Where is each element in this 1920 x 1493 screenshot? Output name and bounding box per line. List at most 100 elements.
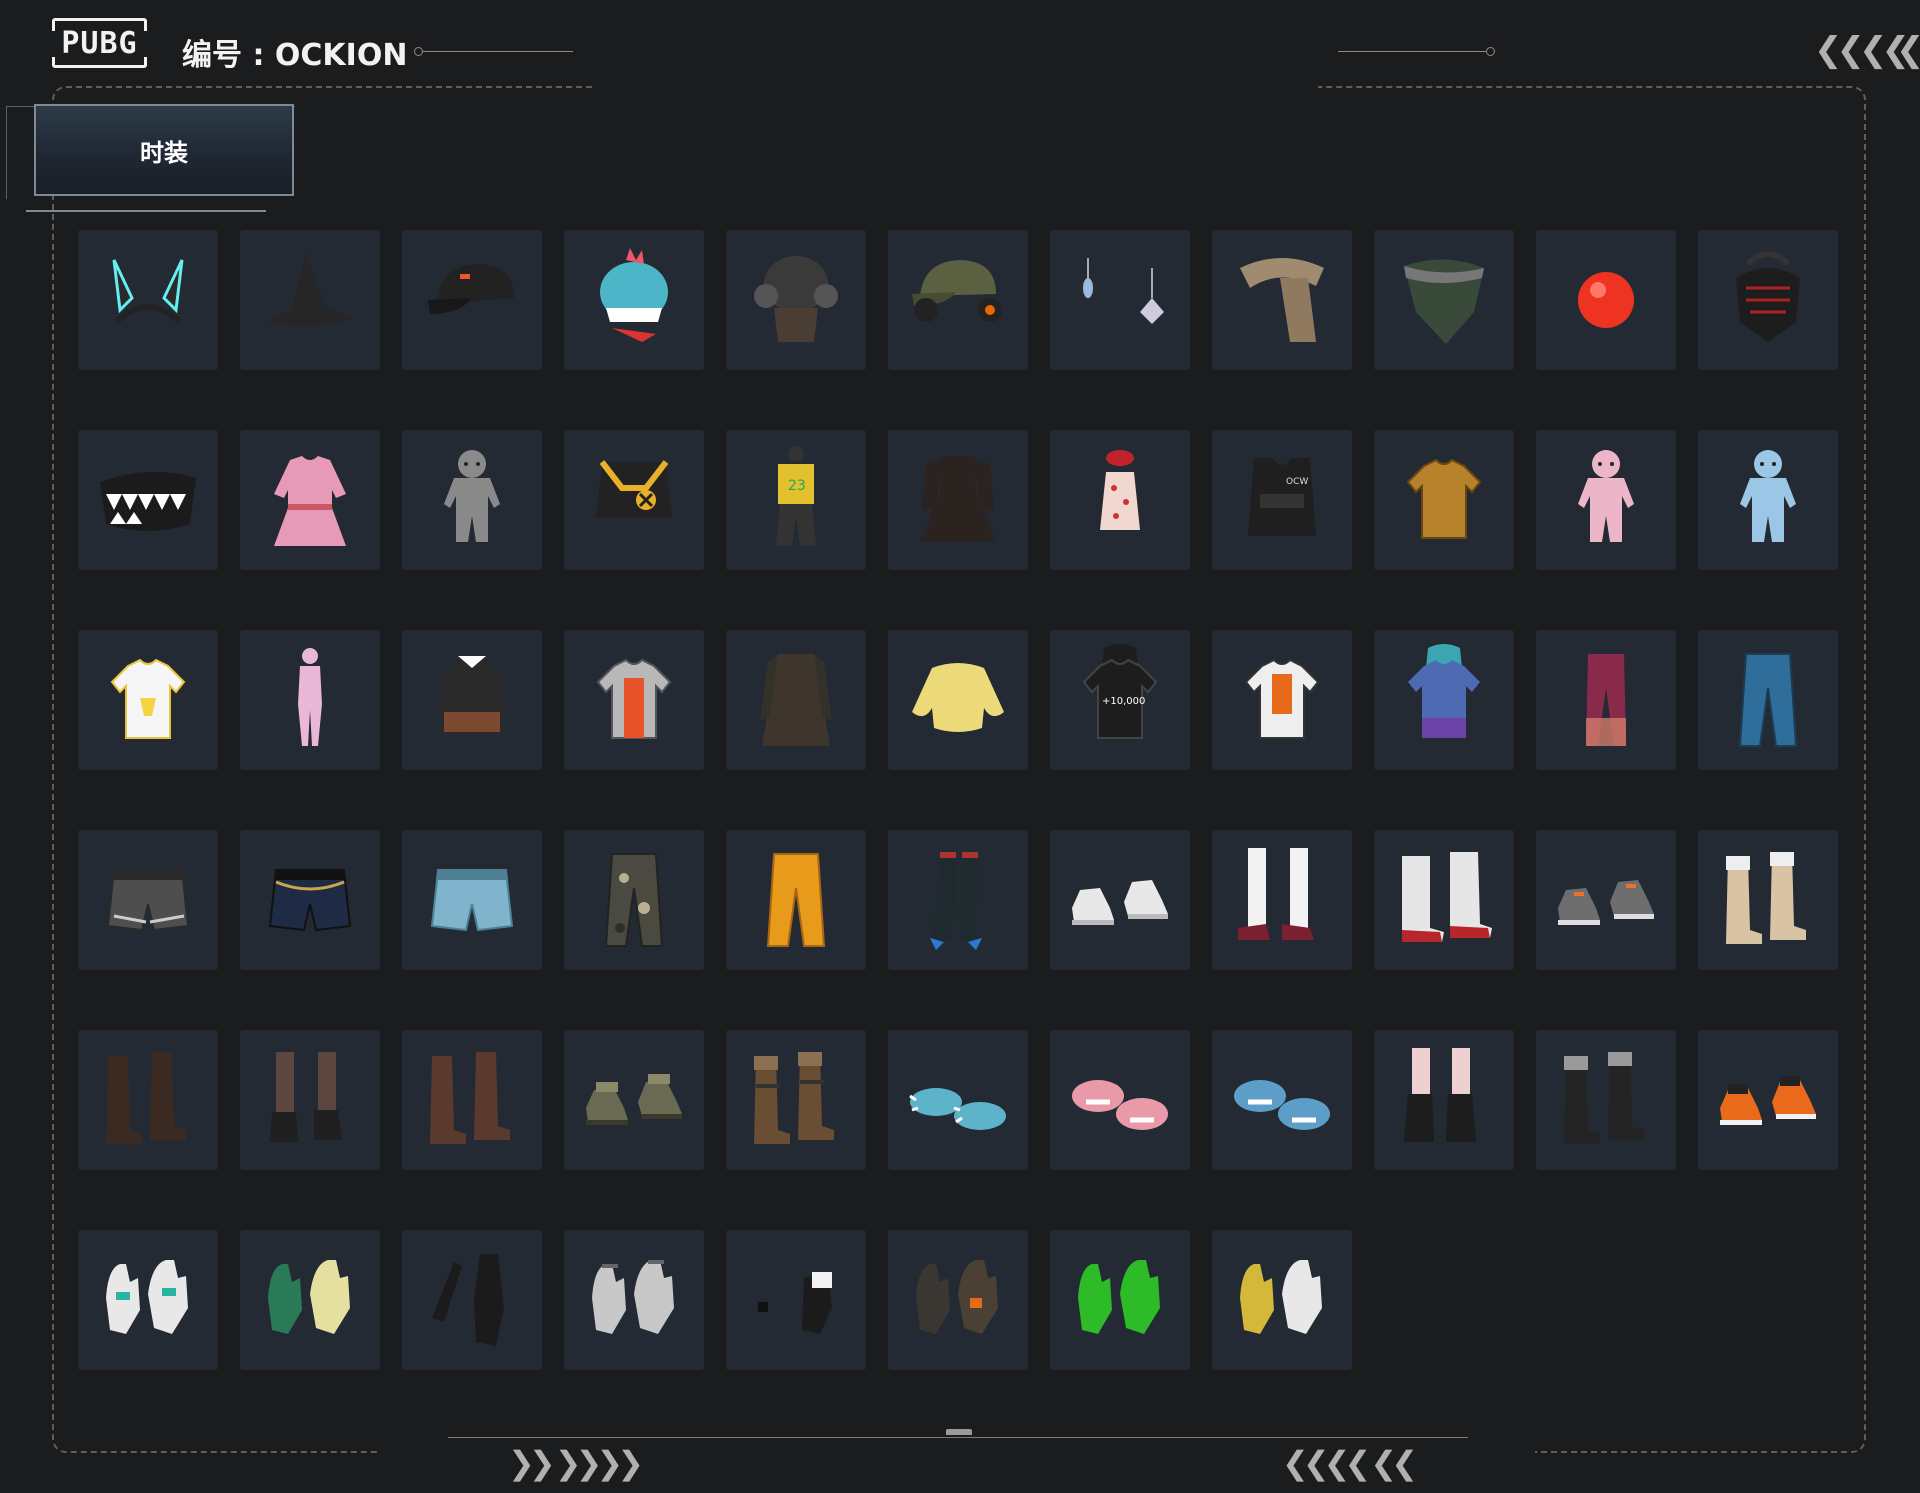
inventory-item[interactable] (1698, 830, 1838, 970)
inventory-item[interactable] (564, 1030, 704, 1170)
inventory-item[interactable] (1050, 1030, 1190, 1170)
inventory-item[interactable] (78, 230, 218, 370)
inventory-item[interactable] (1212, 830, 1352, 970)
inventory-item[interactable] (564, 230, 704, 370)
inventory-item[interactable] (240, 230, 380, 370)
inventory-item[interactable] (1536, 230, 1676, 370)
socks-black-boots-icon (1404, 1048, 1476, 1142)
inventory-item[interactable] (78, 1230, 218, 1370)
inventory-item[interactable] (726, 630, 866, 770)
grey-sneakers-orange-laces-icon (1558, 880, 1654, 925)
serial-number: 编号 : OCKION (182, 38, 408, 73)
pink-shark-slippers-icon (1072, 1080, 1168, 1130)
inventory-item[interactable] (1536, 430, 1676, 570)
inventory-item[interactable] (1050, 230, 1190, 370)
inventory-item[interactable] (1374, 630, 1514, 770)
tuxedo-cuff-icon (758, 1272, 832, 1334)
motocross-gloves-icon (106, 1260, 188, 1334)
scroll-indicator[interactable] (946, 1429, 972, 1435)
camo-scarf-icon (1240, 258, 1324, 342)
pink-shark-pajamas-icon (1578, 450, 1634, 542)
inventory-item[interactable] (1212, 1230, 1352, 1370)
striped-shorts-icon (106, 869, 190, 932)
inventory-item[interactable] (240, 430, 380, 570)
inventory-item[interactable] (78, 1030, 218, 1170)
blue-claw-slippers-icon (909, 1088, 1006, 1130)
inventory-item[interactable] (564, 630, 704, 770)
inventory-item[interactable] (1374, 830, 1514, 970)
ombre-leggings-icon (1586, 654, 1626, 746)
inventory-item[interactable] (888, 830, 1028, 970)
pubg-logo: PUBG (50, 18, 149, 68)
orange-high-tops-icon (1720, 1076, 1816, 1125)
inventory-item[interactable] (888, 1030, 1028, 1170)
inventory-item[interactable] (888, 430, 1028, 570)
x-crop-top-icon (596, 460, 672, 518)
inventory-item[interactable] (78, 630, 218, 770)
inventory-item[interactable] (402, 1030, 542, 1170)
black-halter-top-icon (440, 656, 504, 734)
bunny-ears-headband-icon (112, 259, 184, 325)
inventory-item[interactable] (78, 430, 218, 570)
inventory-item[interactable] (402, 630, 542, 770)
chevrons-bottom-left-icon: ❯❯ ❯❯❯❯ (508, 1444, 644, 1482)
inventory-item[interactable] (240, 1230, 380, 1370)
inventory-item[interactable]: OCW (1212, 430, 1352, 570)
tab-underline (26, 210, 266, 212)
inventory-item[interactable] (240, 1030, 380, 1170)
item-grid: 23 OCW +10,000 (78, 230, 1838, 1370)
camo-bandana-icon (1404, 259, 1484, 344)
white-yellow-gloves-icon (1240, 1260, 1322, 1334)
inventory-item[interactable] (564, 830, 704, 970)
inventory-item[interactable]: +10,000 (1050, 630, 1190, 770)
inventory-item[interactable] (726, 1030, 866, 1170)
inventory-item[interactable] (1374, 1030, 1514, 1170)
inventory-item[interactable] (1050, 1230, 1190, 1370)
chevron-top-edge-icon: ❮ (1896, 30, 1920, 70)
black-long-gloves-icon (432, 1254, 504, 1346)
inventory-item[interactable] (78, 830, 218, 970)
inventory-item[interactable] (1698, 230, 1838, 370)
inventory-item[interactable] (1050, 830, 1190, 970)
black-dress-icon (920, 456, 996, 542)
inventory-item[interactable] (1050, 430, 1190, 570)
inventory-item[interactable] (1212, 630, 1352, 770)
tab-fashion[interactable]: 时装 (34, 104, 294, 196)
inventory-item[interactable] (1698, 630, 1838, 770)
inventory-item[interactable] (564, 430, 704, 570)
green-hiking-boots-icon (586, 1074, 682, 1125)
beige-winter-boots-icon (1726, 852, 1806, 944)
inventory-item[interactable] (1212, 230, 1352, 370)
inventory-item[interactable] (726, 1230, 866, 1370)
inventory-item[interactable]: 23 (726, 430, 866, 570)
stockings-ankle-boots-icon (270, 1052, 342, 1142)
aviator-helmet-icon (754, 256, 838, 342)
inventory-item[interactable] (1536, 1030, 1676, 1170)
strapped-combat-boots-icon (754, 1052, 834, 1144)
inventory-item[interactable] (888, 230, 1028, 370)
inventory-item[interactable] (1698, 1030, 1838, 1170)
fur-boots-icon (1402, 852, 1492, 942)
frame-gap-top (592, 80, 1318, 92)
brown-knee-boots-icon (430, 1052, 510, 1144)
inventory-item[interactable] (240, 630, 380, 770)
inventory-item[interactable] (726, 830, 866, 970)
inventory-item[interactable] (402, 1230, 542, 1370)
inventory-item[interactable] (1698, 430, 1838, 570)
inventory-item[interactable] (564, 1230, 704, 1370)
inventory-item[interactable] (240, 830, 380, 970)
inventory-item[interactable] (1536, 630, 1676, 770)
inventory-item[interactable] (1212, 1030, 1352, 1170)
inventory-item[interactable] (888, 1230, 1028, 1370)
inventory-item[interactable] (1374, 430, 1514, 570)
inventory-item[interactable] (1536, 830, 1676, 970)
gradient-hoodie-icon (1408, 644, 1480, 738)
inventory-item[interactable] (1374, 230, 1514, 370)
inventory-item[interactable] (402, 830, 542, 970)
inventory-item[interactable] (726, 230, 866, 370)
inventory-item[interactable] (402, 230, 542, 370)
header-line-right (1338, 51, 1488, 52)
inventory-item[interactable] (402, 430, 542, 570)
green-gloves-icon (1078, 1260, 1160, 1334)
inventory-item[interactable] (888, 630, 1028, 770)
